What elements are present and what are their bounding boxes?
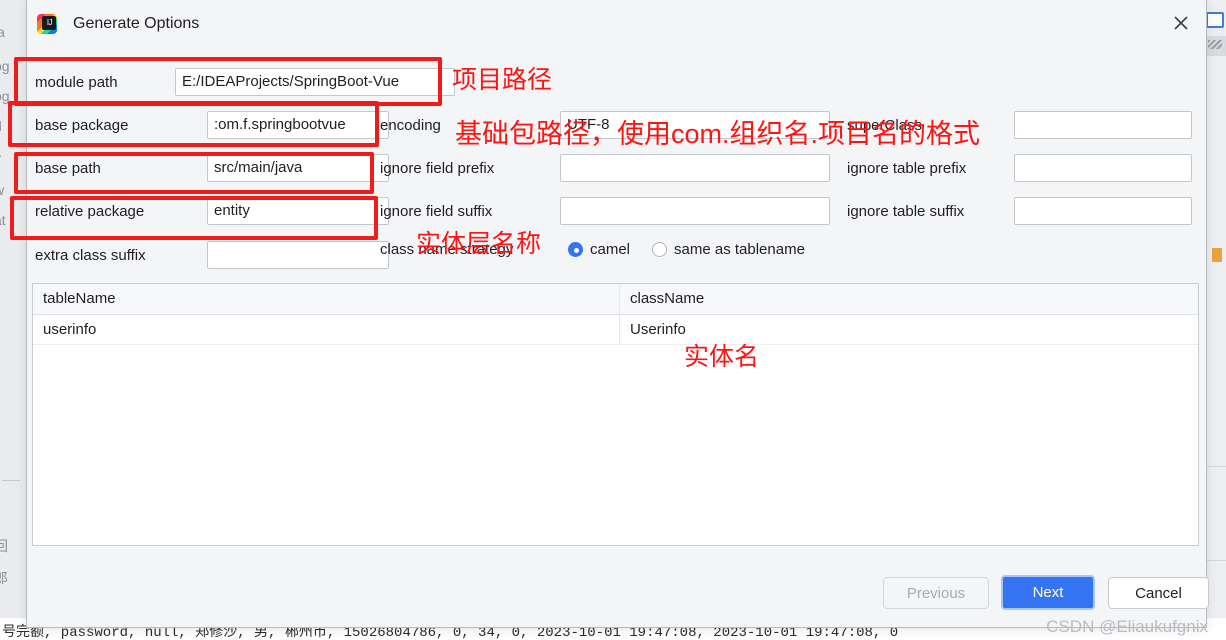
tables-table[interactable]: tableName className userinfo Userinfo bbox=[32, 283, 1199, 546]
field-label: encoding bbox=[380, 116, 441, 134]
table-header-row: tableName className bbox=[33, 284, 1198, 315]
module-path-input[interactable]: E:/IDEAProjects/SpringBoot-Vue bbox=[175, 68, 455, 96]
table-row[interactable]: userinfo Userinfo bbox=[33, 315, 1198, 345]
background-left-word: 回 bbox=[0, 538, 8, 554]
background-right-checkbox bbox=[1206, 12, 1224, 28]
radio-camel-label: camel bbox=[590, 241, 631, 258]
field-extra-class-suffix: extra class suffix bbox=[35, 241, 389, 269]
field-super-class: superClass bbox=[847, 111, 1192, 139]
field-label: class name strategy bbox=[380, 241, 514, 258]
field-ignore-field-suffix: ignore field suffix bbox=[380, 197, 830, 225]
background-left-word: w bbox=[0, 182, 4, 198]
background-right-marker bbox=[1208, 40, 1222, 49]
field-label: ignore table suffix bbox=[847, 202, 965, 220]
background-left-word: og bbox=[0, 88, 10, 104]
dialog-title-bar: IJ Generate Options bbox=[27, 0, 1206, 47]
super-class-input[interactable] bbox=[1014, 111, 1192, 139]
field-label: ignore field suffix bbox=[380, 202, 493, 220]
radio-camel-indicator[interactable] bbox=[568, 242, 583, 257]
previous-button[interactable]: Previous bbox=[883, 577, 989, 609]
cancel-button[interactable]: Cancel bbox=[1108, 577, 1209, 609]
field-base-path: base path src/main/java bbox=[35, 154, 389, 182]
base-package-input[interactable]: :om.f.springbootvue bbox=[207, 111, 389, 139]
options-form: module path E:/IDEAProjects/SpringBoot-V… bbox=[27, 47, 1206, 282]
intellij-idea-icon: IJ bbox=[35, 12, 59, 36]
dialog-footer: Previous Next Cancel bbox=[27, 567, 1209, 627]
field-label: base path bbox=[35, 159, 101, 177]
field-label: relative package bbox=[35, 202, 145, 220]
background-left-word: la bbox=[0, 24, 5, 40]
extra-class-suffix-input[interactable] bbox=[207, 241, 389, 269]
field-base-package: base package :om.f.springbootvue bbox=[35, 111, 389, 139]
background-left-word: d bbox=[0, 118, 2, 134]
field-class-name-strategy: class name strategy camel same as tablen… bbox=[380, 241, 805, 258]
radio-camel[interactable]: camel bbox=[568, 241, 630, 258]
ignore-table-suffix-input[interactable] bbox=[1014, 197, 1192, 225]
table-header-classname[interactable]: className bbox=[620, 284, 1198, 314]
field-label: base package bbox=[35, 116, 129, 134]
cell-classname[interactable]: Userinfo bbox=[620, 315, 1198, 344]
background-left-word: at bbox=[0, 212, 6, 228]
radio-same-as-tablename-indicator[interactable] bbox=[652, 242, 668, 257]
background-left-word: y bbox=[0, 150, 1, 166]
background-left-gutter: la og og d y w at 回 郎 bbox=[0, 0, 26, 640]
ignore-field-prefix-input[interactable] bbox=[560, 154, 830, 182]
field-label: ignore field prefix bbox=[380, 159, 495, 177]
background-left-word: og bbox=[0, 58, 10, 74]
dialog-title: Generate Options bbox=[73, 14, 200, 32]
radio-same-as-tablename[interactable]: same as tablename bbox=[652, 241, 805, 258]
next-button[interactable]: Next bbox=[1001, 575, 1095, 610]
base-path-input[interactable]: src/main/java bbox=[207, 154, 389, 182]
field-ignore-field-prefix: ignore field prefix bbox=[380, 154, 830, 182]
field-ignore-table-suffix: ignore table suffix bbox=[847, 197, 1192, 225]
field-label: superClass bbox=[847, 116, 923, 134]
background-right-highlight bbox=[1212, 248, 1222, 262]
field-label: module path bbox=[35, 73, 118, 91]
ignore-table-prefix-input[interactable] bbox=[1014, 154, 1192, 182]
field-ignore-table-prefix: ignore table prefix bbox=[847, 154, 1192, 182]
field-label: ignore table prefix bbox=[847, 159, 967, 177]
generate-options-dialog: IJ Generate Options module path E:/IDEAP… bbox=[26, 0, 1209, 628]
field-relative-package: relative package entity bbox=[35, 197, 389, 225]
field-label: extra class suffix bbox=[35, 246, 146, 264]
cell-tablename: userinfo bbox=[33, 315, 620, 344]
encoding-input[interactable]: UTF-8 bbox=[560, 111, 830, 139]
field-encoding: encoding UTF-8 bbox=[380, 111, 830, 139]
relative-package-input[interactable]: entity bbox=[207, 197, 389, 225]
background-divider bbox=[2, 480, 20, 481]
field-module-path: module path E:/IDEAProjects/SpringBoot-V… bbox=[35, 68, 455, 96]
ignore-field-suffix-input[interactable] bbox=[560, 197, 830, 225]
table-header-tablename[interactable]: tableName bbox=[33, 284, 620, 314]
close-icon[interactable] bbox=[1170, 12, 1192, 34]
background-left-word: 郎 bbox=[0, 570, 8, 586]
radio-same-as-tablename-label: same as tablename bbox=[674, 241, 805, 258]
